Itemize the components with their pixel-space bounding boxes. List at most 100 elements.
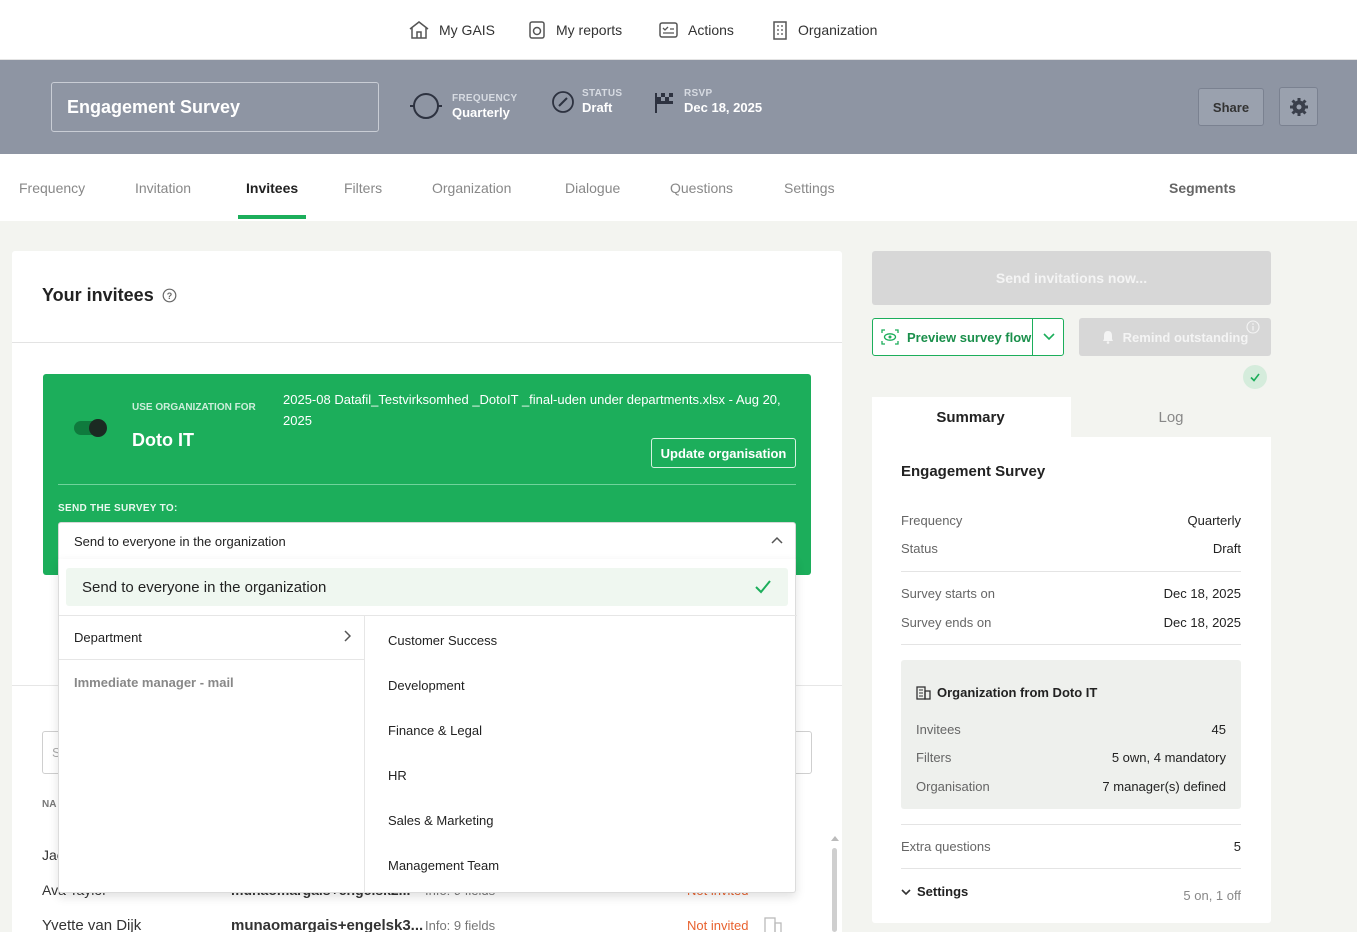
status-value: Draft (582, 100, 613, 115)
department-option[interactable]: Management Team (388, 858, 499, 873)
organization-summary-title: Organization from Doto IT (916, 685, 1097, 700)
dropdown-category-department[interactable]: Department (59, 616, 365, 660)
tab-summary[interactable]: Summary (872, 397, 1069, 437)
summary-settings-toggle[interactable]: Settings 5 on, 1 off (901, 884, 1241, 903)
status-meta[interactable]: STATUS Draft (550, 88, 622, 115)
preview-label: Preview survey flow (907, 329, 1032, 345)
tab-dialogue[interactable]: Dialogue (565, 154, 620, 221)
tab-invitation[interactable]: Invitation (135, 154, 191, 221)
info-icon[interactable] (1246, 320, 1260, 334)
department-option[interactable]: HR (388, 768, 407, 783)
help-icon[interactable]: ? (162, 288, 177, 303)
nav-my-gais[interactable]: My GAIS (408, 18, 495, 42)
divider (901, 868, 1241, 869)
row-label: Survey ends on (901, 615, 992, 630)
row-label: Extra questions (901, 839, 991, 854)
dropdown-category-list: Department Immediate manager - mail (59, 616, 365, 893)
row-value: Dec 18, 2025 (1163, 615, 1241, 630)
settings-label-text: Settings (917, 884, 969, 899)
category-label: Department (74, 630, 142, 645)
nav-actions[interactable]: Actions (658, 18, 734, 42)
tab-organization[interactable]: Organization (432, 154, 511, 221)
row-label: Frequency (901, 513, 963, 528)
frequency-meta[interactable]: FREQUENCY Quarterly (408, 88, 517, 124)
invitee-info[interactable]: Info: 9 fields (425, 918, 495, 932)
department-option[interactable]: Sales & Marketing (388, 813, 494, 828)
nav-label: My reports (556, 22, 623, 38)
row-value: 7 manager(s) defined (1102, 779, 1226, 794)
row-label: Organisation (916, 779, 990, 794)
nav-my-reports[interactable]: My reports (527, 18, 622, 42)
row-value: 45 (1211, 722, 1226, 737)
tab-frequency[interactable]: Frequency (19, 154, 85, 221)
nav-label: Organization (798, 22, 878, 38)
row-label: Filters (916, 750, 952, 765)
building-icon (916, 685, 931, 700)
building-icon (764, 917, 782, 932)
survey-header: Engagement Survey FREQUENCY Quarterly ST… (0, 60, 1357, 154)
bell-icon (1102, 331, 1113, 344)
preview-main-action[interactable]: Preview survey flow (873, 319, 1032, 355)
rsvp-label: RSVP (684, 88, 713, 99)
building-icon (773, 21, 787, 40)
dropdown-category-immediate-manager[interactable]: Immediate manager - mail (59, 660, 365, 704)
row-value: Draft (1212, 541, 1241, 556)
department-option[interactable]: Customer Success (388, 633, 497, 648)
nav-organization[interactable]: Organization (771, 18, 877, 42)
frequency-label: FREQUENCY (452, 92, 518, 104)
survey-title-field[interactable]: Engagement Survey (51, 82, 379, 132)
send-to-select[interactable]: Send to everyone in the organization (58, 522, 796, 560)
row-value: 5 own, 4 mandatory (1111, 750, 1226, 765)
settings-value: 5 on, 1 off (1183, 888, 1241, 903)
reports-icon (529, 21, 545, 39)
organization-summary-box: Organization from Doto IT Invitees 45 Fi… (901, 660, 1241, 809)
invitee-email: munaomargais+engelsk3... (231, 917, 424, 932)
tab-segments[interactable]: Segments (1169, 154, 1236, 221)
tab-invitees[interactable]: Invitees (246, 154, 298, 221)
preview-options-toggle[interactable] (1032, 319, 1064, 355)
row-value: Dec 18, 2025 (1163, 586, 1241, 601)
scrollbar-thumb[interactable] (832, 848, 837, 932)
survey-tabs: Frequency Invitation Invitees Filters Or… (0, 154, 1357, 221)
toggle-knob (89, 419, 107, 437)
nav-label: Actions (688, 22, 734, 38)
send-invitations-button[interactable]: Send invitations now... (872, 251, 1271, 305)
summary-row-starts: Survey starts on Dec 18, 2025 (901, 586, 1241, 601)
row-value: 5 (1233, 839, 1241, 854)
rsvp-value: Dec 18, 2025 (684, 100, 763, 115)
preview-survey-flow-button[interactable]: Preview survey flow (872, 318, 1064, 356)
scroll-up-arrow-icon[interactable] (830, 834, 840, 842)
invitee-status: Not invited (687, 918, 749, 932)
frequency-value: Quarterly (452, 104, 510, 120)
dropdown-option-everyone[interactable]: Send to everyone in the organization (66, 568, 788, 606)
invitees-title: Your invitees ? (42, 285, 177, 306)
checkmark-icon (755, 580, 771, 594)
update-organisation-button[interactable]: Update organisation (651, 438, 796, 468)
invitees-title-text: Your invitees (42, 285, 154, 305)
top-navigation: My GAIS My reports Actions Organization (0, 0, 1357, 60)
rsvp-meta[interactable]: RSVP Dec 18, 2025 (652, 88, 762, 115)
invitees-card-header: Your invitees ? (12, 251, 842, 343)
department-option[interactable]: Finance & Legal (388, 723, 482, 738)
department-option[interactable]: Development (388, 678, 465, 693)
remind-outstanding-button[interactable]: Remind outstanding (1079, 318, 1271, 356)
org-row-invitees: Invitees 45 (916, 722, 1226, 737)
organization-name: Doto IT (132, 430, 194, 450)
category-label: Immediate manager - mail (74, 674, 234, 690)
divider (901, 824, 1241, 825)
settings-button[interactable] (1279, 87, 1318, 126)
name-column-header: NA (42, 799, 57, 810)
tab-questions[interactable]: Questions (670, 154, 733, 221)
active-tab-indicator (238, 215, 306, 219)
row-label: Survey starts on (901, 586, 995, 601)
pencil-icon (552, 90, 574, 113)
tab-log[interactable]: Log (1071, 397, 1271, 437)
tab-filters[interactable]: Filters (344, 154, 382, 221)
tab-settings[interactable]: Settings (784, 154, 835, 221)
share-button[interactable]: Share (1198, 88, 1264, 126)
send-survey-to-label: SEND THE SURVEY TO: (58, 503, 178, 514)
option-label: Send to everyone in the organization (82, 578, 327, 596)
checkmark-icon (1250, 373, 1260, 382)
select-value: Send to everyone in the organization (74, 533, 286, 549)
use-organization-toggle[interactable] (74, 419, 107, 437)
